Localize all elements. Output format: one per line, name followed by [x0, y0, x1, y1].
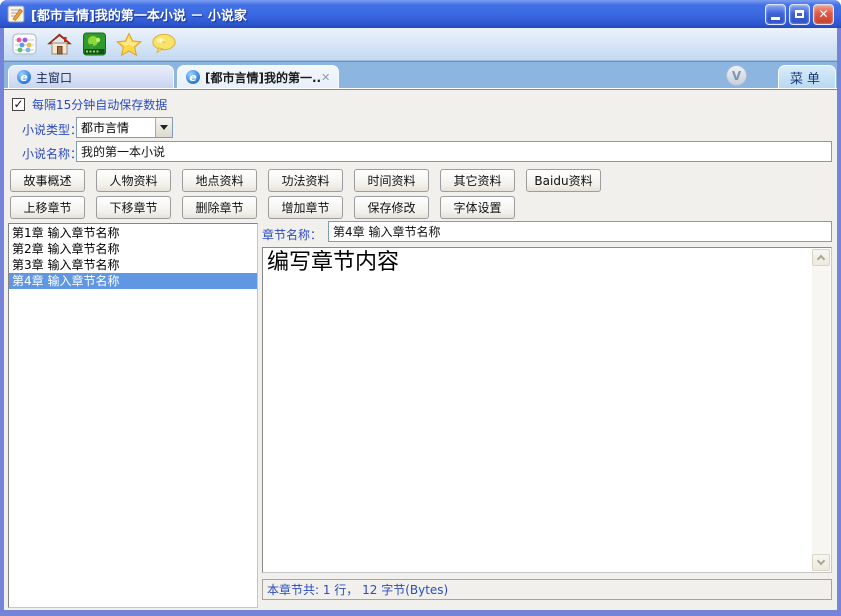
move-chapter-down-button[interactable]: 下移章节	[96, 196, 171, 219]
chapter-button-row: 上移章节 下移章节 删除章节 增加章节 保存修改 字体设置	[10, 196, 515, 219]
ie-icon: e	[186, 70, 200, 84]
status-bar: 本章节共: 1 行， 12 字节(Bytes)	[262, 579, 832, 600]
autosave-label[interactable]: 每隔15分钟自动保存数据	[32, 96, 167, 113]
menu-button[interactable]: 菜单	[778, 65, 836, 88]
ie-icon: e	[17, 70, 31, 84]
tab-close-icon[interactable]: ✕	[321, 71, 330, 84]
content-area: ✓ 每隔15分钟自动保存数据 小说类型： 都市言情 小说名称： 故事概述 人物资…	[4, 90, 837, 610]
minimize-icon	[771, 17, 780, 20]
minimize-button[interactable]	[765, 3, 786, 25]
chapter-list-item[interactable]: 第4章 输入章节名称	[9, 273, 257, 289]
font-settings-button[interactable]: 字体设置	[440, 196, 515, 219]
chapter-list-item[interactable]: 第3章 输入章节名称	[9, 257, 257, 273]
favorites-toolbar-button[interactable]	[116, 31, 142, 57]
chapter-content-text[interactable]: 编写章节内容	[267, 249, 809, 278]
abacus-toolbar-button[interactable]	[11, 31, 37, 57]
status-text: 本章节共: 1 行， 12 字节(Bytes)	[267, 583, 449, 597]
resource-button-row: 故事概述 人物资料 地点资料 功法资料 时间资料 其它资料 Baidu资料	[10, 169, 601, 192]
window-title: [都市言情]我的第一本小说 － 小说家	[31, 8, 247, 24]
tab-dropdown-button[interactable]: V	[726, 65, 747, 86]
chevron-up-icon	[816, 254, 826, 264]
maximize-icon	[795, 10, 804, 18]
novel-type-select[interactable]: 都市言情	[76, 117, 173, 138]
chat-icon: ~	[152, 33, 176, 54]
add-chapter-button[interactable]: 增加章节	[268, 196, 343, 219]
novel-type-label: 小说类型：	[22, 123, 83, 137]
editor-scrollbar[interactable]	[812, 249, 830, 571]
chapter-name-label: 章节名称：	[262, 228, 323, 242]
chapter-content-editor[interactable]: 编写章节内容	[262, 247, 832, 573]
app-notepad-icon	[7, 5, 25, 23]
story-overview-button[interactable]: 故事概述	[10, 169, 85, 192]
time-info-button[interactable]: 时间资料	[354, 169, 429, 192]
abacus-icon	[12, 33, 36, 55]
delete-chapter-button[interactable]: 删除章节	[182, 196, 257, 219]
novel-name-label: 小说名称：	[22, 147, 83, 161]
app-window: [都市言情]我的第一本小说 － 小说家 ✕ ~ e 主窗口 e [都市言情]我的…	[0, 0, 841, 616]
novel-name-input[interactable]	[76, 141, 832, 162]
tab-bar: e 主窗口 e [都市言情]我的第一.. ✕ V 菜单	[4, 62, 837, 89]
close-icon: ✕	[818, 7, 829, 21]
svg-text:~: ~	[162, 41, 166, 46]
title-bar: [都市言情]我的第一本小说 － 小说家 ✕	[0, 0, 841, 28]
game-toolbar-button[interactable]	[81, 31, 107, 57]
chapter-list-item[interactable]: 第2章 输入章节名称	[9, 241, 257, 257]
tab-novel[interactable]: e [都市言情]我的第一.. ✕	[177, 65, 339, 88]
close-button[interactable]: ✕	[813, 3, 834, 25]
chevron-down-icon	[816, 556, 826, 566]
chapter-list: 第1章 输入章节名称 第2章 输入章节名称 第3章 输入章节名称 第4章 输入章…	[8, 223, 258, 608]
game-icon	[82, 32, 106, 56]
other-info-button[interactable]: 其它资料	[440, 169, 515, 192]
location-info-button[interactable]: 地点资料	[182, 169, 257, 192]
tab-label: [都市言情]我的第一..	[205, 70, 322, 85]
autosave-checkbox[interactable]: ✓	[12, 98, 25, 111]
tab-main-window[interactable]: e 主窗口	[8, 65, 174, 88]
checkmark-icon: ✓	[13, 96, 24, 111]
baidu-info-button[interactable]: Baidu资料	[526, 169, 601, 192]
scroll-down-button[interactable]	[812, 554, 830, 571]
tab-label: 主窗口	[36, 70, 73, 85]
character-info-button[interactable]: 人物资料	[96, 169, 171, 192]
maximize-button[interactable]	[789, 3, 810, 25]
autosave-row: ✓ 每隔15分钟自动保存数据	[12, 96, 167, 113]
combo-arrow-button[interactable]	[155, 118, 172, 137]
main-toolbar: ~	[4, 28, 837, 61]
chapter-name-input[interactable]	[328, 221, 832, 242]
chapter-list-item[interactable]: 第1章 输入章节名称	[9, 225, 257, 241]
scroll-up-button[interactable]	[812, 249, 830, 266]
chevron-down-icon	[160, 125, 168, 130]
home-icon	[46, 33, 72, 55]
novel-type-value: 都市言情	[81, 121, 130, 135]
star-icon	[116, 31, 142, 56]
move-chapter-up-button[interactable]: 上移章节	[10, 196, 85, 219]
skill-info-button[interactable]: 功法资料	[268, 169, 343, 192]
chat-toolbar-button[interactable]: ~	[151, 31, 177, 57]
home-toolbar-button[interactable]	[46, 31, 72, 57]
save-changes-button[interactable]: 保存修改	[354, 196, 429, 219]
